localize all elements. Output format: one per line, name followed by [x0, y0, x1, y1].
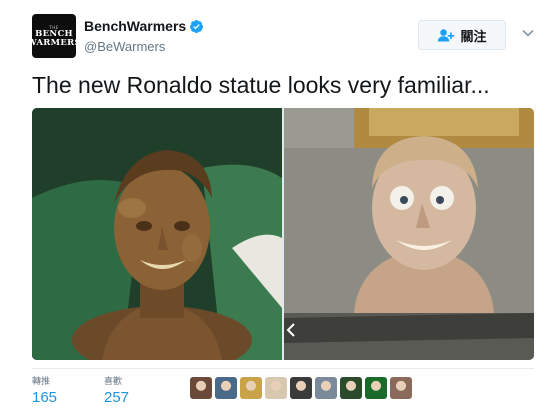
- liker-avatar[interactable]: [190, 377, 212, 399]
- follow-button[interactable]: 關注: [418, 20, 506, 50]
- liker-avatar[interactable]: [290, 377, 312, 399]
- retweets-stat[interactable]: 轉推 165: [32, 374, 57, 406]
- likers-avatars: [190, 377, 412, 399]
- tweet-header: THE BENCH WARMERS BenchWarmers @BeWarmer…: [0, 0, 546, 66]
- liker-avatar[interactable]: [240, 377, 262, 399]
- stats-divider: [32, 368, 534, 369]
- account-handle[interactable]: @BeWarmers: [84, 39, 165, 54]
- photo-clay-figure[interactable]: [284, 108, 534, 360]
- liker-avatar[interactable]: [340, 377, 362, 399]
- retweets-label: 轉推: [32, 376, 51, 386]
- avatar[interactable]: THE BENCH WARMERS: [32, 14, 76, 58]
- liker-avatar[interactable]: [315, 377, 337, 399]
- liker-avatar[interactable]: [265, 377, 287, 399]
- likes-stat[interactable]: 喜歡 257: [104, 374, 129, 406]
- tweet-text: The new Ronaldo statue looks very famili…: [32, 72, 490, 98]
- liker-avatar[interactable]: [215, 377, 237, 399]
- clay-figure-image: [284, 108, 534, 360]
- chevron-left-icon[interactable]: [286, 322, 296, 338]
- likes-count: 257: [104, 389, 130, 406]
- chevron-down-icon[interactable]: [521, 26, 535, 40]
- follow-button-label: 關注: [460, 28, 487, 44]
- retweets-count: 165: [32, 389, 58, 406]
- liker-avatar[interactable]: [390, 377, 412, 399]
- display-name[interactable]: BenchWarmers: [84, 18, 186, 34]
- likes-label: 喜歡: [104, 376, 123, 386]
- bronze-bust-image: [32, 108, 282, 360]
- photo-bronze-bust[interactable]: [32, 108, 282, 360]
- media-grid: [32, 108, 534, 360]
- verified-badge-icon: [190, 19, 204, 33]
- add-user-icon: [438, 29, 455, 42]
- name-row: BenchWarmers: [84, 18, 204, 34]
- liker-avatar[interactable]: [365, 377, 387, 399]
- avatar-text-line2: WARMERS: [32, 37, 76, 48]
